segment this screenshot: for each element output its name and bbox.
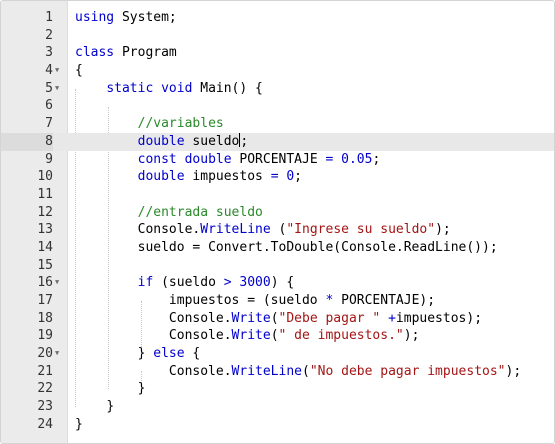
chevron-down-icon[interactable]: ▼ [55, 345, 65, 363]
line-number: 3 [45, 45, 53, 61]
code-line[interactable]: 22 } [1, 380, 554, 398]
line-number: 7 [45, 116, 53, 132]
line-number: 20 [37, 346, 53, 362]
line-number: 11 [37, 186, 53, 202]
line-number: 23 [37, 399, 53, 415]
line-content: using System; [75, 10, 177, 25]
line-content: impuestos = (sueldo * PORCENTAJE); [168, 293, 436, 308]
line-number: 22 [37, 381, 53, 397]
line-number: 13 [37, 222, 53, 238]
line-number: 16 [37, 275, 53, 291]
line-content: Console.Write(" de impuestos."); [168, 328, 420, 344]
chevron-down-icon[interactable]: ▼ [55, 80, 65, 98]
code-line[interactable]: 11 [1, 186, 554, 204]
line-number: 19 [37, 328, 53, 344]
line-content: Console.WriteLine("No debe pagar impuest… [168, 363, 522, 379]
line-content: static void Main() { [106, 80, 263, 96]
line-content: //entrada sueldo [137, 204, 263, 220]
code-lines: 1 using System; 2 3 class Program 4 ▼ { … [1, 9, 554, 434]
line-content: if (sueldo > 3000) { [137, 275, 295, 291]
line-number: 14 [37, 239, 53, 255]
line-content: } [106, 399, 115, 415]
code-line[interactable]: 13 Console.WriteLine ("Ingrese su sueldo… [1, 221, 554, 239]
code-line[interactable]: 4 ▼ { [1, 62, 554, 80]
line-content: Console.WriteLine ("Ingrese su sueldo"); [137, 222, 451, 238]
line-number: 12 [37, 204, 53, 220]
code-line[interactable]: 9 const double PORCENTAJE = 0.05; [1, 151, 554, 169]
code-line[interactable]: 17 impuestos = (sueldo * PORCENTAJE); [1, 292, 554, 310]
line-number: 8 [1, 132, 53, 151]
code-line[interactable]: 12 //entrada sueldo [1, 204, 554, 222]
line-content: { [75, 63, 83, 79]
code-line[interactable]: 2 [1, 27, 554, 45]
line-number: 10 [37, 169, 53, 185]
code-line[interactable]: 10 double impuestos = 0; [1, 168, 554, 186]
code-line[interactable]: 15 [1, 257, 554, 275]
chevron-down-icon[interactable]: ▼ [55, 62, 65, 80]
code-line[interactable]: 20 ▼ } else { [1, 345, 554, 363]
line-number: 24 [37, 416, 53, 432]
code-line[interactable]: 23 } [1, 398, 554, 416]
code-line[interactable]: 7 //variables [1, 115, 554, 133]
line-number: 18 [37, 310, 53, 326]
code-line-active[interactable]: 8 double sueldo; [1, 132, 554, 151]
line-content: sueldo = Convert.ToDouble(Console.ReadLi… [137, 239, 498, 255]
line-number: 4 [45, 63, 53, 79]
code-line[interactable]: 1 using System; [1, 9, 554, 27]
line-number: 15 [37, 257, 53, 273]
line-content: } [75, 416, 83, 432]
code-line[interactable]: 5 ▼ static void Main() { [1, 80, 554, 98]
line-content: } [137, 381, 146, 397]
code-line[interactable]: 16 ▼ if (sueldo > 3000) { [1, 274, 554, 292]
line-content: const double PORCENTAJE = 0.05; [137, 151, 381, 167]
line-content: double sueldo; [137, 132, 249, 149]
line-number: 21 [37, 363, 53, 379]
chevron-down-icon[interactable]: ▼ [55, 274, 65, 292]
line-number: 9 [45, 151, 53, 167]
line-content: Console.Write("Debe pagar " +impuestos); [168, 310, 483, 326]
code-editor[interactable]: 1 using System; 2 3 class Program 4 ▼ { … [0, 0, 555, 444]
line-number: 5 [45, 80, 53, 96]
code-line[interactable]: 14 sueldo = Convert.ToDouble(Console.Rea… [1, 239, 554, 257]
line-content: double impuestos = 0; [137, 169, 302, 185]
code-line[interactable]: 24 } [1, 416, 554, 434]
code-line[interactable]: 18 Console.Write("Debe pagar " +impuesto… [1, 310, 554, 328]
code-line[interactable]: 19 Console.Write(" de impuestos."); [1, 327, 554, 345]
code-line[interactable]: 3 class Program [1, 44, 554, 62]
line-content: } else { [137, 346, 201, 362]
line-number: 2 [45, 27, 53, 43]
code-line[interactable]: 6 [1, 97, 554, 115]
line-number: 1 [45, 10, 53, 25]
line-number: 17 [37, 293, 53, 308]
line-number: 6 [45, 98, 53, 114]
line-content: //variables [137, 116, 224, 132]
line-content: class Program [75, 45, 177, 61]
code-line[interactable]: 21 Console.WriteLine("No debe pagar impu… [1, 363, 554, 381]
